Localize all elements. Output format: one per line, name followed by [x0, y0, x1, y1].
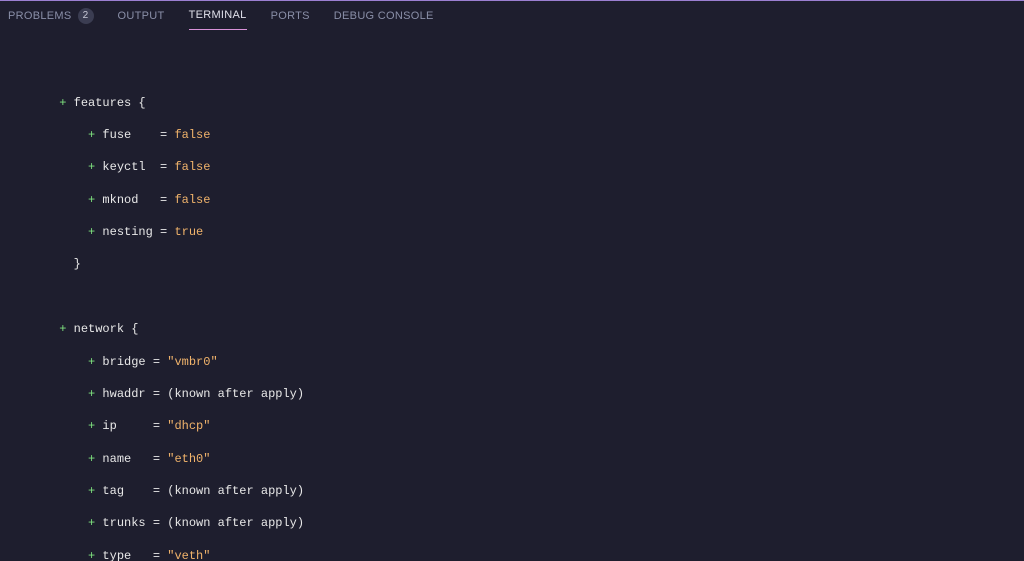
tab-terminal[interactable]: TERMINAL — [189, 1, 247, 30]
tab-output[interactable]: OUTPUT — [118, 1, 165, 30]
tab-problems[interactable]: PROBLEMS 2 — [8, 1, 94, 30]
panel-tab-bar: PROBLEMS 2 OUTPUT TERMINAL PORTS DEBUG C… — [0, 0, 1024, 30]
tab-label: TERMINAL — [189, 9, 247, 21]
terminal-output[interactable]: + features { + fuse = false + keyctl = f… — [0, 30, 1024, 561]
tab-label: OUTPUT — [118, 10, 165, 22]
tab-label: DEBUG CONSOLE — [334, 10, 434, 22]
problems-badge: 2 — [78, 8, 94, 24]
tab-ports[interactable]: PORTS — [271, 1, 310, 30]
tab-label: PROBLEMS — [8, 10, 72, 22]
tab-label: PORTS — [271, 10, 310, 22]
tab-debug-console[interactable]: DEBUG CONSOLE — [334, 1, 434, 30]
